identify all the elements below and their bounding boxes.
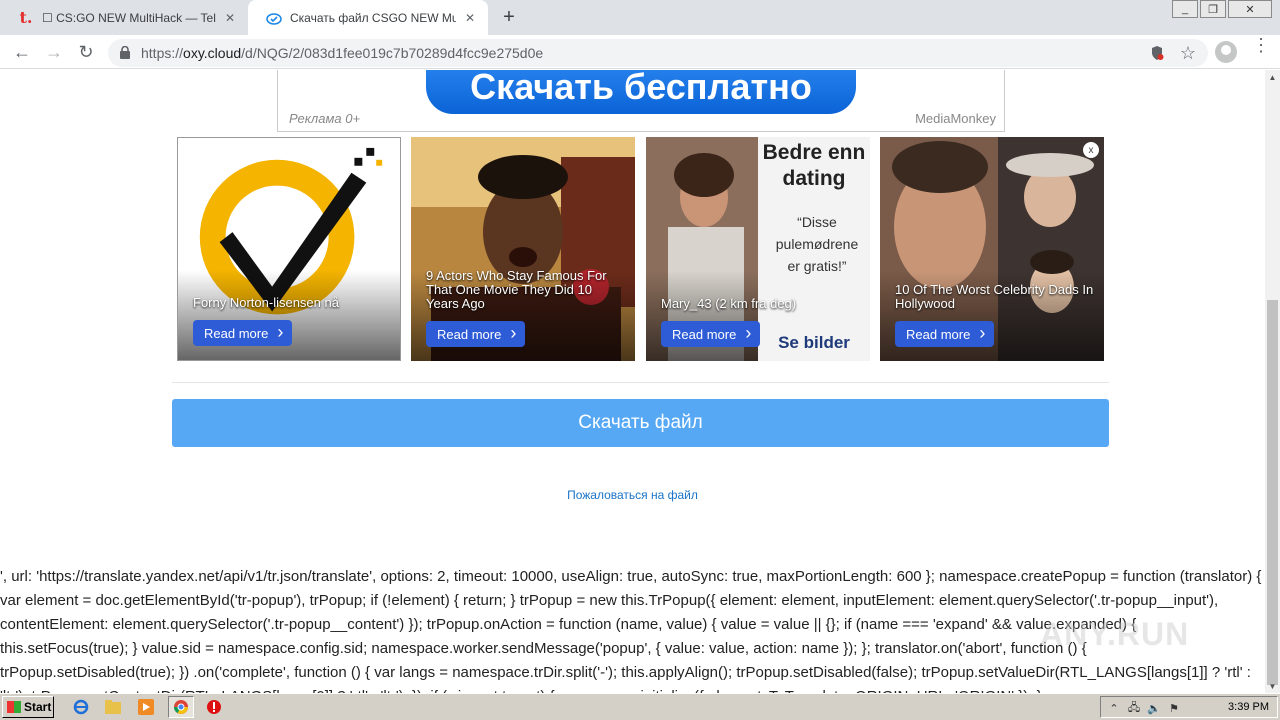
ad-info-icon[interactable]: i bbox=[186, 144, 202, 160]
tab-title: ☐ CS:GO NEW MultiHack — Teletype bbox=[42, 10, 216, 25]
media-player-icon[interactable] bbox=[137, 698, 155, 716]
system-tray: ⌃ 🖧 🔈 ⚑ 3:39 PM bbox=[1100, 696, 1278, 718]
reload-icon[interactable]: ↻ bbox=[74, 40, 98, 64]
start-button[interactable]: Start bbox=[2, 696, 54, 718]
windows-flag-icon bbox=[7, 701, 21, 713]
taskbar: Start ⌃ 🖧 🔈 ⚑ 3:39 PM bbox=[0, 693, 1280, 720]
read-more-button[interactable]: Read more bbox=[895, 321, 995, 347]
close-window-icon[interactable]: ✕ bbox=[1228, 0, 1272, 18]
ad-label: Реклама 0+ bbox=[289, 111, 361, 126]
network-icon[interactable]: 🖧 bbox=[1127, 701, 1141, 715]
tray-expand-icon[interactable]: ⌃ bbox=[1107, 701, 1121, 715]
ad-brand: MediaMonkey bbox=[915, 111, 996, 126]
tab-strip: t. ☐ CS:GO NEW MultiHack — Teletype ✕ Ск… bbox=[0, 0, 1280, 35]
tab-oxy-cloud[interactable]: Скачать файл CSGO NEW MultiHack ✕ bbox=[248, 0, 488, 35]
tab-teletype[interactable]: t. ☐ CS:GO NEW MultiHack — Teletype ✕ bbox=[0, 0, 248, 35]
ad-close-icon[interactable]: x bbox=[1083, 142, 1099, 158]
close-icon[interactable]: ✕ bbox=[222, 10, 238, 26]
dating-quote: “Disse pulemødrene er gratis!” bbox=[775, 214, 859, 274]
dating-see-pictures: Se bilder bbox=[778, 333, 850, 352]
volume-icon[interactable]: 🔈 bbox=[1147, 701, 1161, 715]
scroll-down-icon[interactable]: ▼ bbox=[1265, 679, 1280, 693]
tab-title: Скачать файл CSGO NEW MultiHack bbox=[290, 10, 456, 25]
cloud-favicon-icon bbox=[266, 10, 282, 26]
browser-toolbar: ← → ↻ https://oxy.cloud/d/NQG/2/083d1fee… bbox=[0, 35, 1280, 69]
ad-card-norton[interactable]: Forny Norton-lisensen nå Read more bbox=[177, 137, 401, 361]
more-menu-icon[interactable]: ⋮ bbox=[1252, 36, 1270, 62]
ad-card-dating[interactable]: Bedre enn dating “Disse pulemødrene er g… bbox=[646, 137, 870, 361]
report-file-link[interactable]: Пожаловаться на файл bbox=[0, 488, 1265, 502]
chrome-icon[interactable] bbox=[168, 696, 194, 718]
read-more-button[interactable]: Read more bbox=[661, 321, 761, 347]
card-shade bbox=[646, 271, 758, 361]
folder-icon[interactable] bbox=[104, 698, 122, 716]
lock-icon bbox=[120, 45, 130, 64]
card-title: Mary_43 (2 km fra deg) bbox=[661, 296, 797, 311]
card-shade bbox=[178, 270, 400, 360]
clock: 3:39 PM bbox=[1228, 701, 1269, 713]
profile-avatar-icon[interactable] bbox=[1215, 41, 1237, 63]
new-tab-button[interactable]: + bbox=[498, 6, 520, 28]
ad-banner[interactable]: Скачать бесплатно Реклама 0+ MediaMonkey bbox=[277, 70, 1005, 132]
anyrun-watermark: ANY.RUN bbox=[1040, 616, 1190, 652]
blocked-content-icon[interactable] bbox=[1150, 45, 1164, 66]
restore-icon[interactable]: ❐ bbox=[1200, 0, 1226, 18]
divider bbox=[172, 382, 1109, 383]
minimize-icon[interactable]: _ bbox=[1172, 0, 1198, 18]
dating-headline-1: Bedre enn bbox=[762, 141, 866, 164]
card-title: 9 Actors Who Stay Famous For That One Mo… bbox=[426, 268, 607, 311]
back-arrow-icon[interactable]: ← bbox=[10, 40, 34, 64]
url-host: oxy.cloud bbox=[183, 45, 242, 61]
action-center-flag-icon[interactable]: ⚑ bbox=[1167, 701, 1181, 715]
url-scheme: https:// bbox=[141, 45, 184, 61]
read-more-button[interactable]: Read more bbox=[426, 321, 526, 347]
ad-card-actors[interactable]: 9 Actors Who Stay Famous For That One Mo… bbox=[411, 137, 635, 361]
ad-card-celebrity-dads[interactable]: 10 Of The Worst Celebrity Dads In Hollyw… bbox=[880, 137, 1104, 361]
url-text: https://oxy.cloud/d/NQG/2/083d1fee019c7b… bbox=[141, 45, 543, 61]
scroll-up-icon[interactable]: ▲ bbox=[1265, 70, 1280, 84]
dating-side-text: Bedre enn dating “Disse pulemødrene er g… bbox=[758, 137, 870, 361]
window-controls: _ ❐ ✕ bbox=[1170, 0, 1272, 18]
teletype-favicon-icon: t. bbox=[19, 8, 33, 27]
address-bar[interactable]: https://oxy.cloud/d/NQG/2/083d1fee019c7b… bbox=[108, 39, 1208, 67]
ie-icon[interactable] bbox=[72, 698, 90, 716]
scroll-thumb[interactable] bbox=[1267, 300, 1278, 685]
close-icon[interactable]: ✕ bbox=[462, 10, 478, 26]
ad-cta-button[interactable]: Скачать бесплатно bbox=[426, 70, 856, 114]
download-file-button[interactable]: Скачать файл bbox=[172, 399, 1109, 447]
url-path: /d/NQG/2/083d1fee019c7b70289d4fcc9e275d0… bbox=[241, 45, 544, 61]
page-content: Скачать бесплатно Реклама 0+ MediaMonkey… bbox=[0, 70, 1265, 693]
read-more-button[interactable]: Read more bbox=[193, 320, 293, 346]
dating-headline-2: dating bbox=[782, 167, 846, 190]
page-scrollbar[interactable]: ▲ ▼ bbox=[1265, 70, 1280, 693]
bookmark-star-icon[interactable]: ☆ bbox=[1180, 43, 1196, 64]
card-title: 10 Of The Worst Celebrity Dads In Hollyw… bbox=[895, 282, 1094, 311]
security-alert-icon[interactable] bbox=[205, 698, 223, 716]
card-title: Forny Norton-lisensen nå bbox=[193, 295, 339, 310]
forward-arrow-icon[interactable]: → bbox=[42, 40, 66, 64]
start-label: Start bbox=[24, 700, 52, 714]
